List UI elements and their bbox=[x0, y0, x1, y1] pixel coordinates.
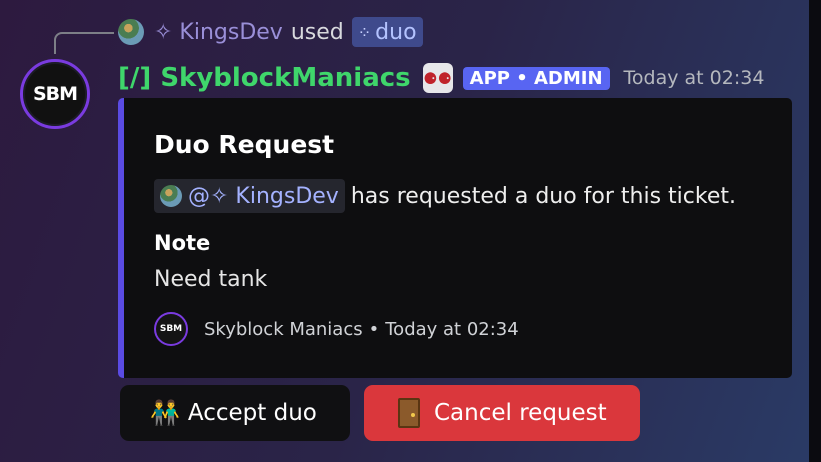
two-men-icon: 👬 bbox=[150, 399, 180, 427]
accept-duo-label: Accept duo bbox=[187, 400, 317, 426]
accept-duo-button[interactable]: 👬 Accept duo bbox=[120, 385, 350, 441]
message-timestamp[interactable]: Today at 02:34 bbox=[624, 67, 765, 89]
cancel-request-label: Cancel request bbox=[434, 400, 607, 426]
reply-user-avatar[interactable] bbox=[118, 19, 144, 45]
embed-description: @✧ KingsDev has requested a duo for this… bbox=[154, 178, 736, 214]
description-text: has requested a duo for this ticket. bbox=[350, 183, 737, 209]
slash-command-icon: ⁘ bbox=[357, 22, 372, 42]
embed-title: Duo Request bbox=[154, 130, 335, 159]
author-badge-emoji: ⚈⚈ bbox=[422, 63, 453, 93]
window-edge bbox=[809, 0, 821, 462]
mention-avatar bbox=[160, 185, 182, 207]
footer-name: Skyblock Maniacs bbox=[204, 318, 363, 340]
author-name[interactable]: [/] SkyblockManiacs bbox=[118, 63, 411, 93]
field-value: Need tank bbox=[154, 267, 268, 292]
embed-card: Duo Request @✧ KingsDev has requested a … bbox=[118, 98, 792, 378]
message-header: [/] SkyblockManiacs ⚈⚈ APP • ADMIN Today… bbox=[118, 58, 764, 98]
command-reply-header: ✧ KingsDev used ⁘ duo bbox=[118, 16, 423, 48]
footer-time: Today at 02:34 bbox=[385, 318, 519, 340]
bot-avatar[interactable]: SBM bbox=[20, 59, 90, 129]
door-icon bbox=[398, 398, 420, 428]
user-mention[interactable]: @✧ KingsDev bbox=[154, 179, 345, 213]
field-name: Note bbox=[154, 231, 211, 255]
reply-connector bbox=[54, 32, 114, 54]
command-name: duo bbox=[375, 19, 417, 45]
reply-used-text: used bbox=[290, 19, 344, 45]
cancel-request-button[interactable]: Cancel request bbox=[364, 385, 640, 441]
embed-footer: SBM Skyblock Maniacs • Today at 02:34 bbox=[154, 312, 519, 346]
command-mention[interactable]: ⁘ duo bbox=[351, 17, 423, 47]
footer-separator: • bbox=[368, 318, 380, 340]
footer-logo-icon: SBM bbox=[154, 312, 188, 346]
reply-username[interactable]: ✧ KingsDev bbox=[154, 20, 283, 45]
mention-text: @✧ KingsDev bbox=[188, 183, 339, 209]
app-admin-tag: APP • ADMIN bbox=[462, 66, 610, 90]
